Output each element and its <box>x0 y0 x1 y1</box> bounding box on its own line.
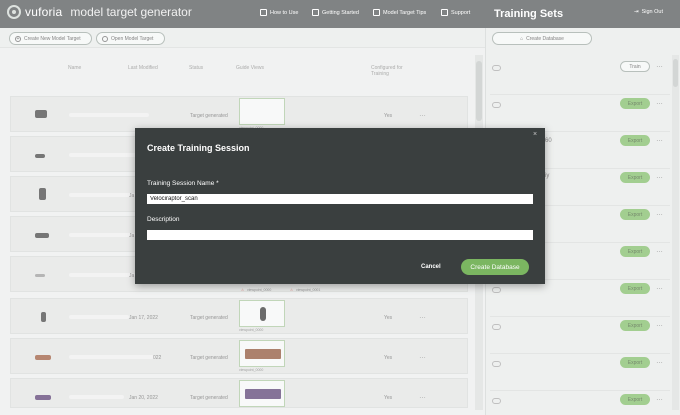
session-name-input[interactable] <box>147 194 533 204</box>
description-label: Description <box>147 216 180 223</box>
description-input[interactable] <box>147 230 533 240</box>
session-name-label: Training Session Name * <box>147 180 219 187</box>
cancel-button[interactable]: Cancel <box>421 264 441 270</box>
create-database-submit-button[interactable]: Create Database <box>461 259 529 275</box>
close-icon[interactable]: × <box>533 131 537 138</box>
dialog-title: Create Training Session <box>147 143 250 153</box>
create-training-session-dialog: × Create Training Session Training Sessi… <box>135 128 545 284</box>
